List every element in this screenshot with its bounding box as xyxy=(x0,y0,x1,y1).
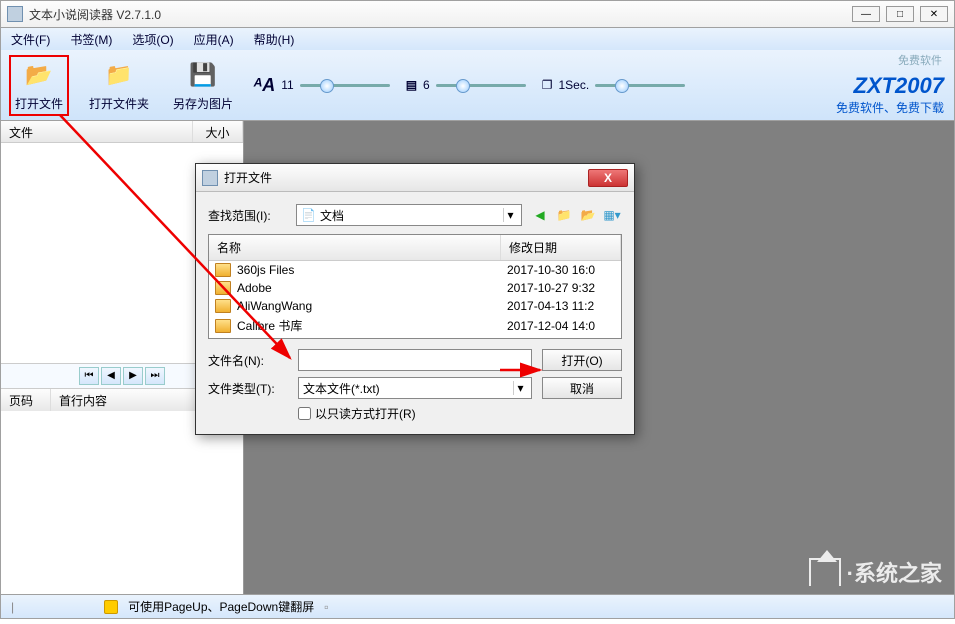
combo-arrow-icon: ▾ xyxy=(503,208,517,222)
file-list-header: 文件 大小 xyxy=(1,121,243,143)
nav-prev-button[interactable]: ◀ xyxy=(101,367,121,385)
line-gap-control: ▤ 6 xyxy=(406,78,526,92)
window-title: 文本小说阅读器 V2.7.1.0 xyxy=(29,6,852,23)
toolbar: 📂 打开文件 📁 打开文件夹 💾 另存为图片 ᴬA 11 ▤ 6 ❐ 1Sec.… xyxy=(0,50,955,120)
line-gap-slider[interactable] xyxy=(436,84,526,87)
open-file-label: 打开文件 xyxy=(15,95,63,112)
file-row[interactable]: AliWangWang2017-04-13 11:2 xyxy=(209,297,621,315)
menu-bookmark[interactable]: 书签(M) xyxy=(70,31,112,48)
dialog-title: 打开文件 xyxy=(224,169,588,186)
file-name: AliWangWang xyxy=(237,299,503,313)
file-browser-header: 名称 修改日期 xyxy=(209,235,621,261)
font-icon: ᴬA xyxy=(253,75,275,96)
open-file-button[interactable]: 📂 打开文件 xyxy=(9,55,69,116)
status-tip: 可使用PageUp、PageDown键翻屏 xyxy=(128,598,314,615)
brand-top-text: 免费软件 xyxy=(898,52,942,68)
page-list-body[interactable] xyxy=(1,411,243,594)
lookin-value: 文档 xyxy=(316,207,503,224)
file-date: 2017-10-27 9:32 xyxy=(503,281,621,295)
watermark: ·系统之家 xyxy=(809,556,942,588)
open-file-dialog: 打开文件 X 查找范围(I): 📄 文档 ▾ ◀ 📁 📂 ▦▾ 名称 修改日期 … xyxy=(195,163,635,435)
line-gap-icon: ▤ xyxy=(406,78,417,92)
save-image-button[interactable]: 💾 另存为图片 xyxy=(169,57,237,114)
readonly-checkbox[interactable] xyxy=(298,407,311,420)
brand: ZXT2007 免费软件、免费下载 xyxy=(836,73,944,116)
filename-label: 文件名(N): xyxy=(208,352,288,369)
cancel-button[interactable]: 取消 xyxy=(542,377,622,399)
status-page-icon: ▫ xyxy=(324,600,328,614)
lightbulb-icon xyxy=(104,600,118,614)
menu-file[interactable]: 文件(F) xyxy=(11,31,50,48)
file-row[interactable]: Adobe2017-10-27 9:32 xyxy=(209,279,621,297)
file-row[interactable]: Calibre 书库2017-12-04 14:0 xyxy=(209,315,621,336)
open-folder-button[interactable]: 📁 打开文件夹 xyxy=(85,57,153,114)
close-button[interactable]: ✕ xyxy=(920,6,948,22)
file-name: 360js Files xyxy=(237,263,503,277)
save-image-label: 另存为图片 xyxy=(173,95,233,112)
filetype-value: 文本文件(*.txt) xyxy=(303,380,513,397)
statusbar: | 可使用PageUp、PageDown键翻屏 ▫ xyxy=(0,595,955,619)
dialog-close-button[interactable]: X xyxy=(588,169,628,187)
view-menu-button[interactable]: ▦▾ xyxy=(602,205,622,225)
lookin-combo[interactable]: 📄 文档 ▾ xyxy=(296,204,522,226)
menu-help[interactable]: 帮助(H) xyxy=(254,31,295,48)
dialog-icon xyxy=(202,170,218,186)
line-gap-value: 6 xyxy=(423,78,430,92)
col-size[interactable]: 大小 xyxy=(193,121,243,142)
folder-icon xyxy=(215,299,231,313)
open-folder-icon: 📁 xyxy=(103,59,135,91)
interval-value: 1Sec. xyxy=(559,78,590,92)
nav-next-button[interactable]: ▶ xyxy=(123,367,143,385)
combo-arrow-icon: ▾ xyxy=(513,381,527,395)
window-titlebar: 文本小说阅读器 V2.7.1.0 — □ ✕ xyxy=(0,0,955,28)
brand-logo: ZXT2007 xyxy=(836,73,944,99)
back-button[interactable]: ◀ xyxy=(530,205,550,225)
brand-subtitle: 免费软件、免费下载 xyxy=(836,99,944,116)
folder-icon xyxy=(215,281,231,295)
font-size-slider[interactable] xyxy=(300,84,390,87)
nav-first-button[interactable]: ⏮ xyxy=(79,367,99,385)
font-size-control: ᴬA 11 xyxy=(253,75,390,96)
menu-app[interactable]: 应用(A) xyxy=(194,31,234,48)
readonly-label: 以只读方式打开(R) xyxy=(315,405,416,422)
save-icon: 💾 xyxy=(187,59,219,91)
new-folder-button[interactable]: 📂 xyxy=(578,205,598,225)
interval-slider[interactable] xyxy=(595,84,685,87)
interval-control: ❐ 1Sec. xyxy=(542,78,685,92)
open-file-icon: 📂 xyxy=(23,59,55,91)
up-folder-button[interactable]: 📁 xyxy=(554,205,574,225)
file-row[interactable]: 360js Files2017-10-30 16:0 xyxy=(209,261,621,279)
file-name: Calibre 书库 xyxy=(237,317,503,334)
nav-last-button[interactable]: ⏭ xyxy=(145,367,165,385)
app-icon xyxy=(7,6,23,22)
file-date: 2017-12-04 14:0 xyxy=(503,319,621,333)
lookin-label: 查找范围(I): xyxy=(208,207,288,224)
font-size-value: 11 xyxy=(281,78,293,92)
watermark-text: ·系统之家 xyxy=(847,556,942,588)
minimize-button[interactable]: — xyxy=(852,6,880,22)
filetype-label: 文件类型(T): xyxy=(208,380,288,397)
open-folder-label: 打开文件夹 xyxy=(89,95,149,112)
file-date: 2017-10-30 16:0 xyxy=(503,263,621,277)
col-name[interactable]: 名称 xyxy=(209,235,501,260)
folder-icon xyxy=(215,319,231,333)
file-browser[interactable]: 名称 修改日期 360js Files2017-10-30 16:0Adobe2… xyxy=(208,234,622,339)
file-name: Adobe xyxy=(237,281,503,295)
dialog-titlebar[interactable]: 打开文件 X xyxy=(196,164,634,192)
menu-options[interactable]: 选项(O) xyxy=(132,31,173,48)
col-page[interactable]: 页码 xyxy=(1,389,51,411)
filetype-combo[interactable]: 文本文件(*.txt) ▾ xyxy=(298,377,532,399)
maximize-button[interactable]: □ xyxy=(886,6,914,22)
file-date: 2017-04-13 11:2 xyxy=(503,299,621,313)
menubar: 文件(F) 书签(M) 选项(O) 应用(A) 帮助(H) xyxy=(0,28,955,50)
col-file[interactable]: 文件 xyxy=(1,121,193,142)
pages-icon: ❐ xyxy=(542,78,553,92)
open-button[interactable]: 打开(O) xyxy=(542,349,622,371)
filename-input[interactable] xyxy=(298,349,532,371)
watermark-house-icon xyxy=(809,558,841,586)
col-date[interactable]: 修改日期 xyxy=(501,235,621,260)
status-sep: | xyxy=(11,600,14,614)
doc-icon: 📄 xyxy=(301,208,316,222)
folder-icon xyxy=(215,263,231,277)
